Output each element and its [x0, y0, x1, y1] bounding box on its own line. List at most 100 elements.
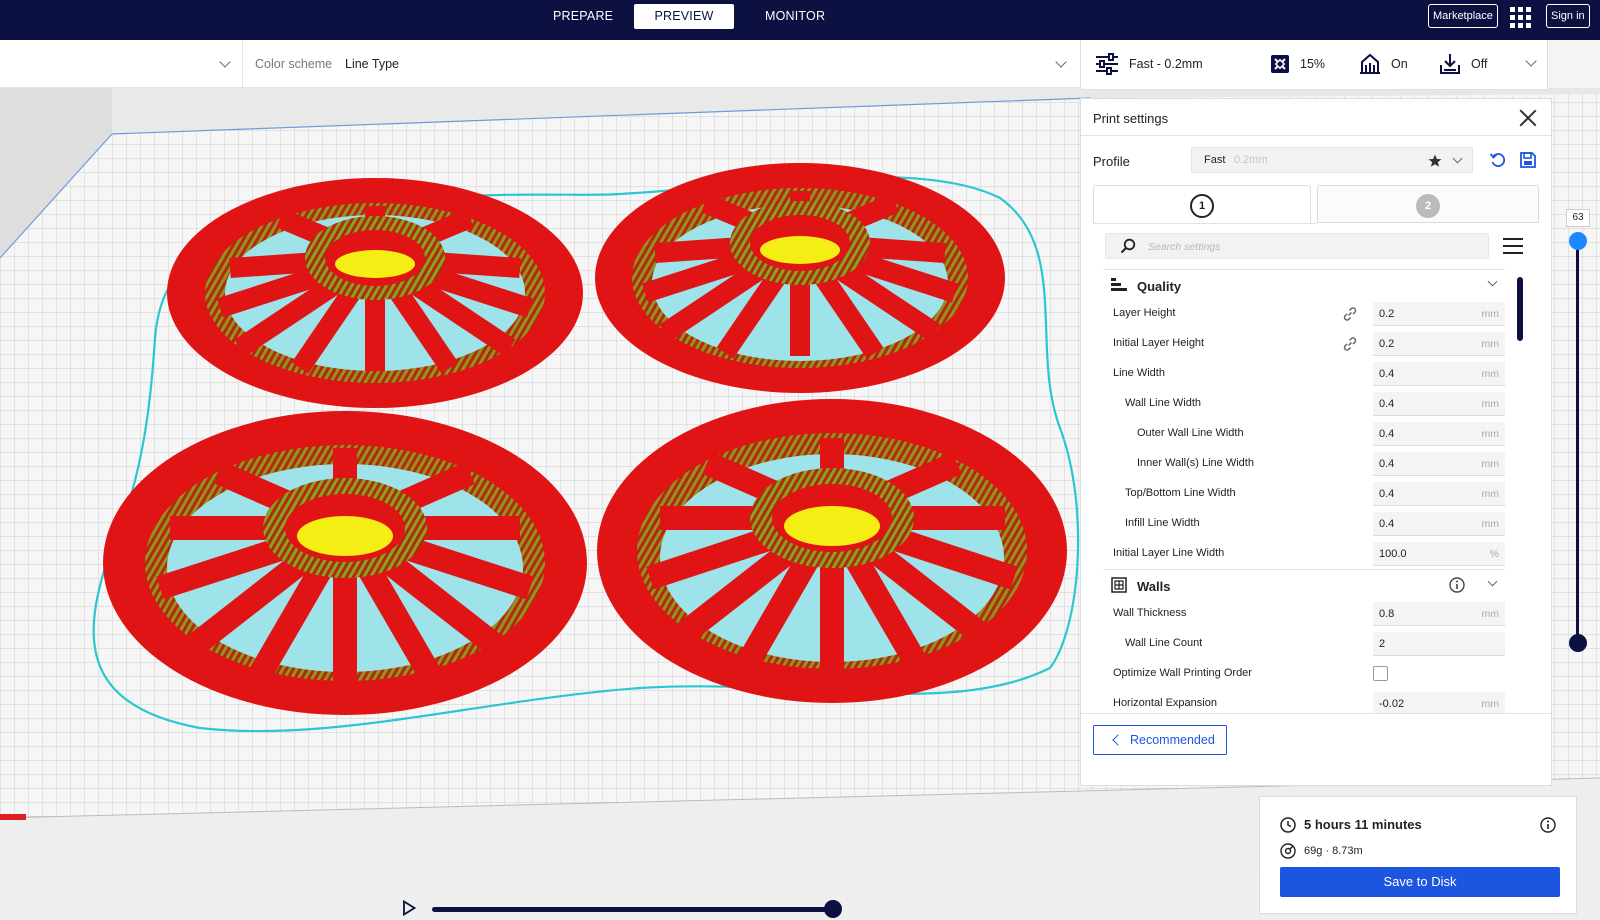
- setting-row[interactable]: Wall Line Count 2: [1103, 629, 1505, 659]
- setting-value[interactable]: 0.4 mm: [1373, 362, 1505, 386]
- setting-value[interactable]: 0.2 mm: [1373, 302, 1505, 326]
- search-input[interactable]: Search settings: [1105, 233, 1489, 259]
- setting-label: Layer Height: [1113, 307, 1176, 319]
- setting-value[interactable]: -0.02 mm: [1373, 692, 1505, 713]
- profile-name: Fast: [1204, 154, 1226, 166]
- setting-row[interactable]: Infill Line Width 0.4 mm: [1103, 509, 1505, 539]
- setting-row[interactable]: Line Width 0.4 mm: [1103, 359, 1505, 389]
- section-walls[interactable]: Walls: [1103, 569, 1505, 599]
- chevron-left-icon: [1112, 734, 1124, 746]
- info-icon[interactable]: [1540, 817, 1556, 833]
- adhesion-summary[interactable]: Off: [1439, 40, 1487, 88]
- search-placeholder: Search settings: [1148, 241, 1221, 253]
- setting-value[interactable]: 100.0%: [1373, 542, 1505, 566]
- unit-label: mm: [1481, 398, 1500, 410]
- support-icon: [1360, 53, 1380, 74]
- search-icon: [1120, 238, 1136, 254]
- setting-value[interactable]: 0.4 mm: [1373, 452, 1505, 476]
- section-quality[interactable]: Quality: [1103, 269, 1505, 299]
- layer-slider-track[interactable]: [1576, 240, 1579, 644]
- path-slider-handle[interactable]: [824, 900, 842, 918]
- adhesion-value: Off: [1471, 57, 1488, 71]
- setting-row[interactable]: Initial Layer Line Width 100.0%: [1103, 539, 1505, 569]
- setting-value[interactable]: 2: [1373, 632, 1505, 656]
- optimize-wall-order-checkbox[interactable]: [1373, 666, 1388, 681]
- divider: [1081, 135, 1551, 136]
- support-value: On: [1391, 57, 1408, 71]
- tab-prepare[interactable]: PREPARE: [533, 4, 633, 29]
- setting-row[interactable]: Wall Thickness 0.8 mm: [1103, 599, 1505, 629]
- menu-icon[interactable]: [1503, 238, 1523, 254]
- material-estimate: 69g · 8.73m: [1304, 845, 1363, 857]
- sign-in-button[interactable]: Sign in: [1546, 4, 1590, 28]
- info-icon[interactable]: [1449, 577, 1465, 593]
- setting-label: Wall Thickness: [1113, 607, 1187, 619]
- star-icon[interactable]: [1428, 154, 1442, 168]
- view-type-dropdown[interactable]: [0, 40, 243, 88]
- chevron-down-icon: [219, 56, 231, 68]
- recommended-button[interactable]: Recommended: [1093, 725, 1227, 755]
- infill-summary[interactable]: 15%: [1270, 40, 1325, 88]
- print-setup-selector[interactable]: Fast - 0.2mm 15% On Off: [1080, 40, 1548, 90]
- setting-row[interactable]: Optimize Wall Printing Order: [1103, 659, 1505, 689]
- setting-value[interactable]: 0.2 mm: [1373, 332, 1505, 356]
- chevron-down-icon[interactable]: [1055, 56, 1067, 68]
- setting-label: Top/Bottom Line Width: [1125, 487, 1236, 499]
- chevron-down-icon[interactable]: [1525, 55, 1537, 67]
- wheel-top-left: [167, 178, 583, 408]
- setting-row[interactable]: Layer Height 0.2 mm: [1103, 299, 1505, 329]
- setting-row[interactable]: Horizontal Expansion -0.02 mm: [1103, 689, 1505, 713]
- setting-value[interactable]: 0.8 mm: [1373, 602, 1505, 626]
- setting-row[interactable]: Outer Wall Line Width 0.4 mm: [1103, 419, 1505, 449]
- link-icon[interactable]: [1341, 335, 1359, 353]
- setting-value[interactable]: 0.4 mm: [1373, 482, 1505, 506]
- tab-extruder-2[interactable]: 2: [1317, 185, 1539, 223]
- setting-value[interactable]: 0.4 mm: [1373, 422, 1505, 446]
- setting-row[interactable]: Top/Bottom Line Width 0.4 mm: [1103, 479, 1505, 509]
- save-icon[interactable]: [1519, 151, 1537, 169]
- tab-monitor[interactable]: MONITOR: [745, 4, 845, 29]
- extruder-2-badge: 2: [1416, 194, 1440, 218]
- setting-label: Wall Line Width: [1125, 397, 1202, 409]
- settings-list[interactable]: Quality Layer Height 0.2 mm Initial Layer…: [1081, 269, 1553, 713]
- value-text: 0.4: [1379, 398, 1395, 410]
- color-scheme-dropdown[interactable]: Line Type: [345, 57, 399, 71]
- save-to-disk-button[interactable]: Save to Disk: [1280, 867, 1560, 897]
- tab-extruder-1[interactable]: 1: [1093, 185, 1311, 223]
- support-summary[interactable]: On: [1359, 40, 1408, 88]
- chevron-down-icon[interactable]: [1452, 153, 1463, 164]
- setting-value[interactable]: 0.4 mm: [1373, 392, 1505, 416]
- unit-label: mm: [1481, 458, 1500, 470]
- settings-sliders-icon: [1096, 53, 1118, 75]
- play-icon[interactable]: [402, 900, 416, 916]
- setting-value[interactable]: 0.4 mm: [1373, 512, 1505, 536]
- tab-preview[interactable]: PREVIEW: [634, 4, 734, 29]
- infill-icon: [1271, 55, 1289, 73]
- close-icon[interactable]: [1519, 109, 1537, 127]
- layer-slider-upper-handle[interactable]: [1569, 232, 1587, 250]
- setting-row[interactable]: Wall Line Width 0.4 mm: [1103, 389, 1505, 419]
- path-slider-track[interactable]: [432, 907, 834, 912]
- unit-label: mm: [1481, 698, 1500, 710]
- layer-slider-lower-handle[interactable]: [1569, 634, 1587, 652]
- chevron-down-icon[interactable]: [1487, 576, 1498, 587]
- layer-number-input[interactable]: 63: [1566, 209, 1590, 227]
- print-time: 5 hours 11 minutes: [1304, 817, 1422, 832]
- setting-label: Outer Wall Line Width: [1137, 427, 1244, 439]
- settings-scrollbar[interactable]: [1517, 277, 1523, 341]
- walls-icon: [1111, 577, 1127, 593]
- marketplace-button[interactable]: Marketplace: [1428, 4, 1498, 28]
- unit-label: mm: [1481, 428, 1500, 440]
- link-icon[interactable]: [1341, 305, 1359, 323]
- apps-grid-icon[interactable]: [1510, 7, 1532, 28]
- reset-icon[interactable]: [1489, 151, 1507, 169]
- print-settings-panel: Print settings Profile Fast 0.2mm 1 2 Se…: [1080, 98, 1552, 786]
- profile-summary[interactable]: Fast - 0.2mm: [1095, 40, 1203, 88]
- setting-label: Horizontal Expansion: [1113, 697, 1217, 709]
- setting-row[interactable]: Inner Wall(s) Line Width 0.4 mm: [1103, 449, 1505, 479]
- value-text: 0.4: [1379, 488, 1395, 500]
- profile-dropdown[interactable]: Fast 0.2mm: [1191, 147, 1473, 173]
- setting-row[interactable]: Initial Layer Height 0.2 mm: [1103, 329, 1505, 359]
- chevron-down-icon[interactable]: [1487, 276, 1498, 287]
- setting-label: Line Width: [1113, 367, 1165, 379]
